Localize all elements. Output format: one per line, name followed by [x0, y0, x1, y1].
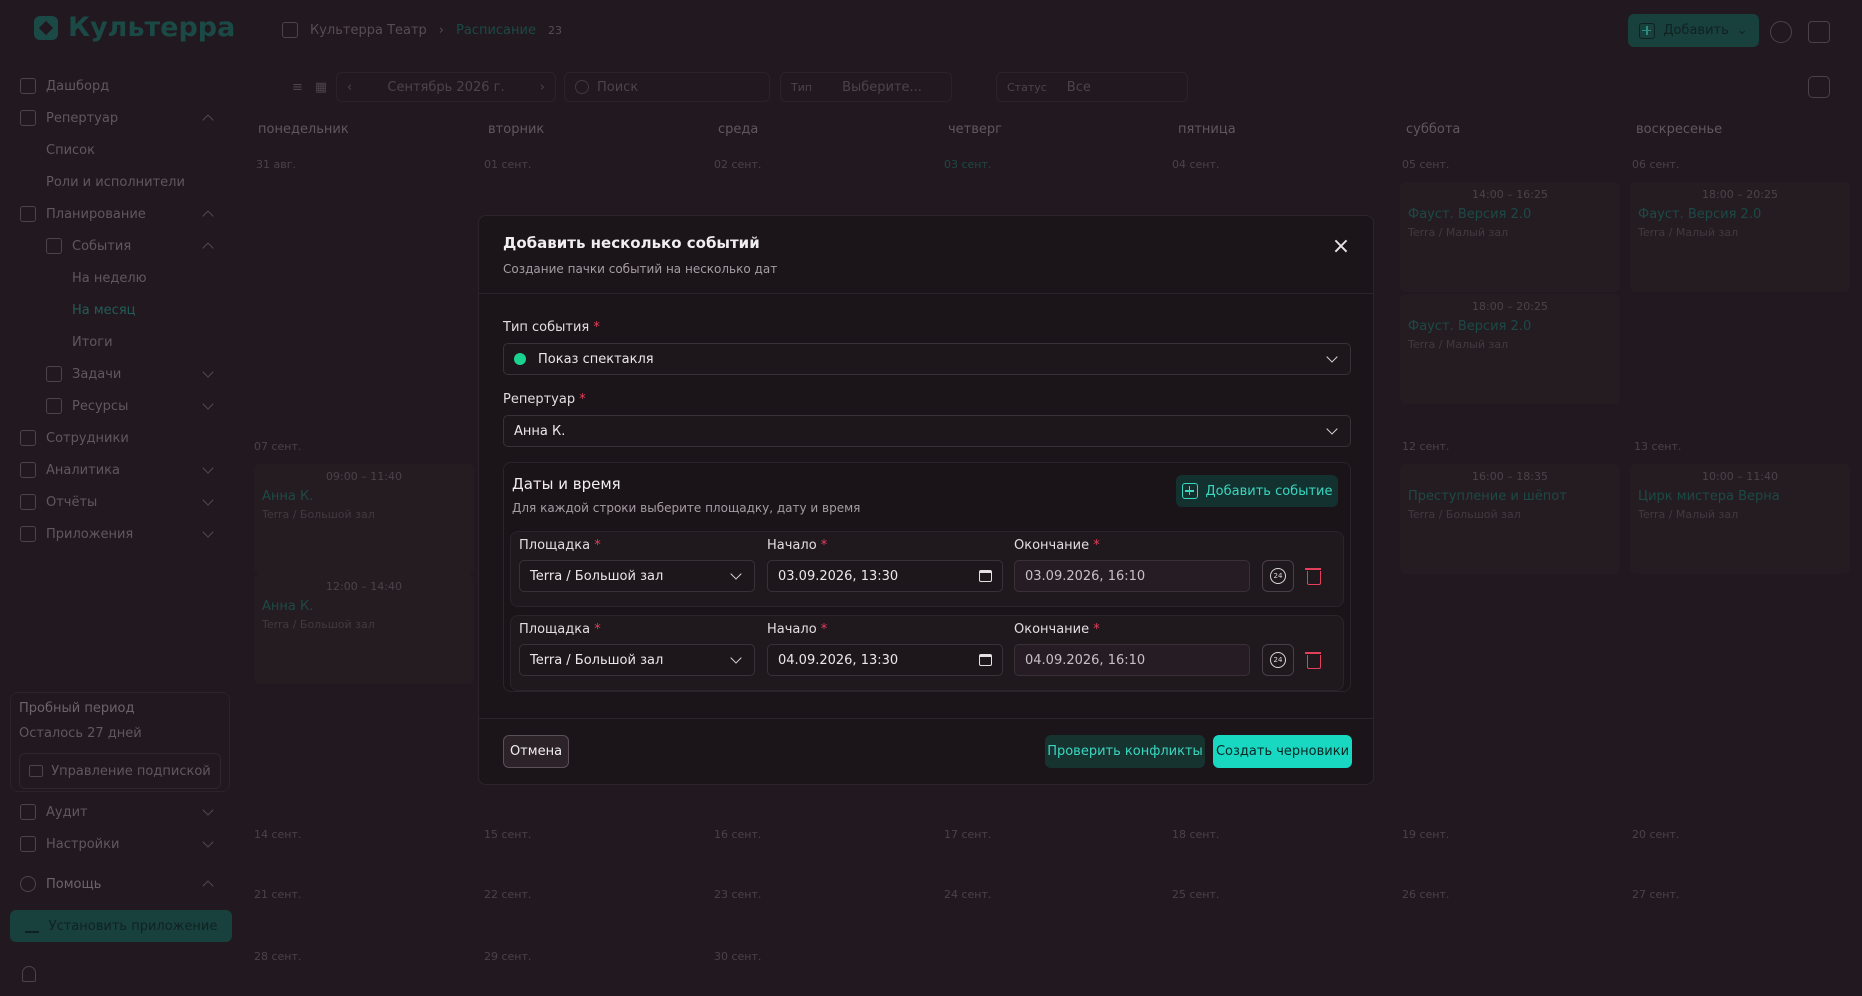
plus-icon	[1181, 483, 1198, 499]
dates-subtitle: Для каждой строки выберите площадку, дат…	[512, 501, 861, 515]
start-datetime-input[interactable]: 03.09.2026, 13:30	[767, 560, 1003, 592]
modal-title: Добавить несколько событий	[503, 234, 760, 252]
event-type-label: Тип события *	[503, 320, 600, 335]
chevron-down-icon	[1326, 423, 1338, 435]
24h-toggle-button[interactable]: 24	[1262, 560, 1294, 592]
end-datetime-field: 04.09.2026, 16:10	[1014, 644, 1250, 676]
dates-title: Даты и время	[512, 475, 621, 493]
event-type-select[interactable]: Показ спектакля	[503, 343, 1351, 375]
repertoire-select[interactable]: Анна К.	[503, 415, 1351, 447]
start-datetime-input[interactable]: 04.09.2026, 13:30	[767, 644, 1003, 676]
dates-section: Даты и время Для каждой строки выберите …	[503, 462, 1351, 692]
add-event-button[interactable]: Добавить событие	[1176, 475, 1338, 507]
chevron-down-icon	[1326, 351, 1338, 363]
venue-select[interactable]: Terra / Большой зал	[519, 644, 755, 676]
venue-label: Площадка *	[519, 622, 601, 637]
modal-header: Добавить несколько событий Создание пачк…	[479, 216, 1373, 294]
trash-icon[interactable]	[1305, 567, 1321, 585]
clock-24-icon: 24	[1270, 568, 1286, 584]
chevron-down-icon	[730, 568, 742, 580]
venue-select[interactable]: Terra / Большой зал	[519, 560, 755, 592]
trash-icon[interactable]	[1305, 651, 1321, 669]
check-conflicts-button[interactable]: Проверить конфликты	[1045, 735, 1205, 768]
event-row: Площадка * Terra / Большой зал Начало * …	[510, 531, 1344, 607]
end-label: Окончание *	[1014, 622, 1100, 637]
end-label: Окончание *	[1014, 538, 1100, 553]
status-dot-icon	[514, 353, 526, 365]
calendar-icon[interactable]	[979, 570, 992, 582]
end-datetime-field: 03.09.2026, 16:10	[1014, 560, 1250, 592]
24h-toggle-button[interactable]: 24	[1262, 644, 1294, 676]
cancel-button[interactable]: Отмена	[503, 735, 569, 768]
modal-subtitle: Создание пачки событий на несколько дат	[503, 262, 778, 276]
close-icon[interactable]: ×	[1331, 236, 1351, 258]
event-row: Площадка * Terra / Большой зал Начало * …	[510, 615, 1344, 691]
add-multiple-events-dialog: Добавить несколько событий Создание пачк…	[478, 215, 1374, 785]
create-drafts-button[interactable]: Создать черновики	[1213, 735, 1352, 768]
repertoire-label: Репертуар *	[503, 392, 586, 407]
venue-label: Площадка *	[519, 538, 601, 553]
modal-footer: Отмена Проверить конфликты Создать черно…	[479, 718, 1373, 784]
chevron-down-icon	[730, 652, 742, 664]
start-label: Начало *	[767, 538, 828, 553]
clock-24-icon: 24	[1270, 652, 1286, 668]
start-label: Начало *	[767, 622, 828, 637]
calendar-icon[interactable]	[979, 654, 992, 666]
